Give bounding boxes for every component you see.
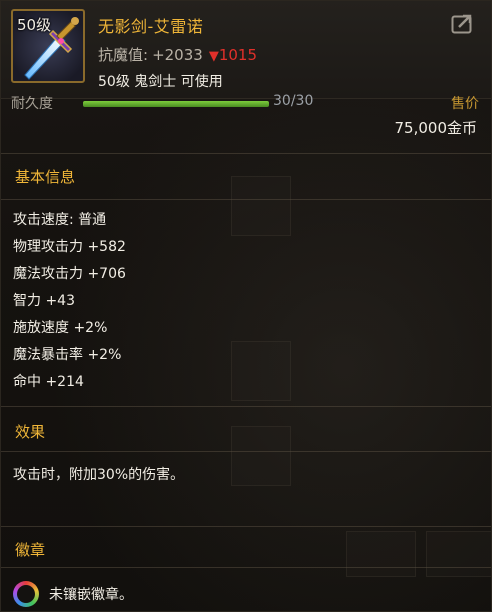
emblem-row: 未镶嵌徽章。: [13, 581, 133, 607]
stat-line: 物理攻击力 +582: [13, 239, 126, 255]
magic-resist-row: 抗魔值: +2033 ▼1015: [98, 44, 257, 65]
stat-line: 魔法暴击率 +2%: [13, 347, 122, 363]
effect-title: 效果: [15, 423, 46, 441]
stat-line: 智力 +43: [13, 293, 75, 309]
requirement-text: 50级 鬼剑士 可使用: [98, 74, 223, 90]
background-slot: [231, 426, 291, 486]
level-badge: 50级: [17, 16, 52, 34]
durability-value: 30/30: [273, 93, 314, 109]
effect-text: 攻击时，附加30%的伤害。: [13, 467, 185, 483]
divider: [1, 153, 491, 154]
background-slot: [231, 176, 291, 236]
durability-fill: [83, 101, 269, 107]
durability-bar: [83, 101, 269, 107]
item-name: 无影剑-艾雷诺: [98, 17, 204, 36]
divider: [1, 199, 491, 200]
stat-line: 命中 +214: [13, 374, 84, 390]
sword-item-icon: 50级: [11, 9, 85, 83]
emblem-slot-icon[interactable]: [13, 581, 39, 607]
divider: [1, 567, 491, 568]
divider: [1, 526, 491, 527]
background-slot: [426, 531, 491, 577]
tooltip-header: 50级 无影剑-艾雷诺 抗魔值: +2033 ▼1015 50级 鬼剑士 可使用: [1, 1, 491, 99]
durability-label: 耐久度: [11, 96, 53, 112]
resist-label: 抗魔值:: [98, 46, 149, 64]
emblem-text: 未镶嵌徽章。: [49, 587, 133, 603]
basic-info-title: 基本信息: [15, 168, 76, 186]
stat-line: 攻击速度: 普通: [13, 212, 107, 228]
sell-label: 售价: [451, 96, 479, 112]
emblem-title: 徽章: [15, 541, 46, 559]
divider: [1, 406, 491, 407]
background-slot: [231, 341, 291, 401]
down-arrow-icon: ▼: [208, 49, 219, 64]
share-icon[interactable]: [451, 13, 475, 35]
item-tooltip: 50级 无影剑-艾雷诺 抗魔值: +2033 ▼1015 50级 鬼剑士 可使用 耐…: [0, 0, 492, 612]
divider: [1, 451, 491, 452]
background-slot: [346, 531, 416, 577]
stat-line: 施放速度 +2%: [13, 320, 108, 336]
resist-down-value: 1015: [218, 46, 257, 64]
resist-value: +2033: [152, 46, 203, 64]
sell-price: 75,000金币: [394, 119, 478, 137]
stat-line: 魔法攻击力 +706: [13, 266, 126, 282]
